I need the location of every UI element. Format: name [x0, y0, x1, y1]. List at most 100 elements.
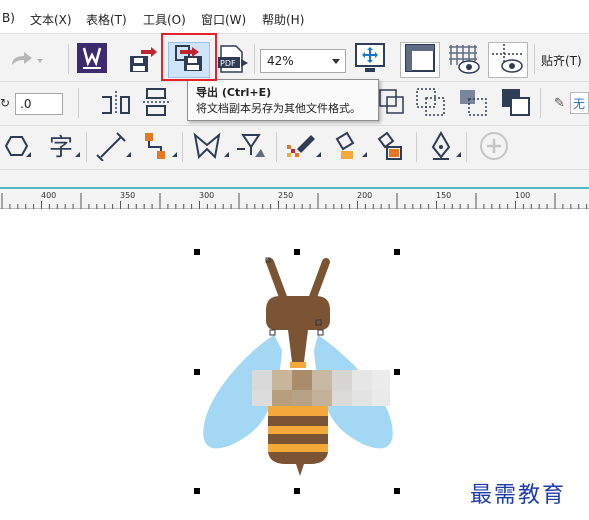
mirror-vertical-icon: [141, 87, 173, 121]
bee-stinger: [296, 464, 304, 476]
bee-stripe: [268, 416, 328, 426]
show-guidelines-button[interactable]: [488, 42, 528, 78]
zoom-level-value: 42%: [267, 54, 294, 68]
ungroup-icon: [457, 87, 489, 121]
import-icon: [124, 42, 158, 80]
toolbar-divider: [182, 132, 183, 162]
menu-item-tools[interactable]: 工具(O): [143, 11, 186, 28]
ruler-ticks: [1, 193, 588, 209]
horizontal-ruler[interactable]: 400 350 300 250 200 150 100: [0, 189, 589, 209]
selection-handle[interactable]: [194, 369, 200, 375]
outline-width-dropdown[interactable]: 无: [570, 92, 589, 114]
mosaic-cell: [332, 370, 352, 390]
eyedropper-tool-button[interactable]: [282, 132, 322, 164]
selection-handle[interactable]: [294, 488, 300, 494]
ruler-label: 350: [120, 191, 136, 200]
selection-handle[interactable]: [194, 488, 200, 494]
eyedropper-icon: [283, 131, 321, 165]
blend-tool-button[interactable]: [190, 132, 230, 164]
show-grid-button[interactable]: [446, 42, 484, 78]
mosaic-cell: [292, 370, 312, 390]
mosaic-cell: [252, 370, 272, 390]
connector-icon: [139, 131, 177, 165]
combine-button[interactable]: [376, 88, 408, 120]
connector-tool-button[interactable]: [138, 132, 178, 164]
fill-tool-button[interactable]: [328, 131, 368, 165]
bee-illustration[interactable]: [190, 250, 410, 495]
smart-fill-icon: [373, 131, 411, 165]
document-tab-strip: [0, 170, 589, 188]
app-window: B) 文本(X) 表格(T) 工具(O) 窗口(W) 帮助(H) PDF 42%…: [0, 0, 589, 520]
mosaic-cell: [372, 370, 390, 390]
smart-fill-tool-button[interactable]: [372, 131, 412, 165]
export-tooltip: 导出 (Ctrl+E) 将文档副本另存为其他文件格式。: [187, 79, 379, 121]
outline-tool-button[interactable]: [422, 130, 462, 165]
dimension-tool-button[interactable]: [92, 132, 132, 164]
mosaic-cell: [252, 390, 272, 406]
mosaic-cell: [292, 390, 312, 406]
mirror-horizontal-icon: [99, 87, 131, 121]
ruler-label: 100: [515, 191, 531, 200]
group-button[interactable]: [414, 88, 448, 120]
arrange-button[interactable]: [499, 88, 533, 120]
group-icon: [415, 87, 447, 121]
ruler-label: 300: [199, 191, 215, 200]
app-launcher-button[interactable]: [76, 43, 108, 76]
tooltip-description: 将文档副本另存为其他文件格式。: [196, 102, 361, 115]
pdf-icon: PDF: [216, 42, 250, 80]
toolbar-divider: [276, 132, 277, 162]
rotation-angle-input[interactable]: .0: [15, 93, 63, 115]
add-tool-button[interactable]: [474, 132, 514, 164]
selection-handle[interactable]: [194, 249, 200, 255]
node-marker[interactable]: [269, 329, 276, 336]
full-screen-preview-button[interactable]: [353, 42, 387, 78]
import-button[interactable]: [124, 44, 158, 78]
zoom-level-dropdown[interactable]: 42%: [260, 49, 346, 73]
menu-item-table[interactable]: 表格(T): [86, 11, 127, 28]
paint-bucket-icon: [329, 131, 367, 165]
toolbar-divider: [534, 44, 535, 74]
mosaic-cell: [272, 370, 292, 390]
menu-item-window[interactable]: 窗口(W): [201, 11, 246, 28]
toolbar-divider: [254, 44, 255, 74]
text-tool-button[interactable]: 字: [44, 132, 82, 164]
ruler-label: 200: [357, 191, 373, 200]
redo-icon: [4, 48, 44, 76]
hexagon-icon: [0, 131, 32, 165]
ruler-label: 400: [41, 191, 57, 200]
show-rulers-button[interactable]: [400, 42, 440, 78]
combine-icon: [377, 87, 407, 121]
transparency-tool-button[interactable]: [232, 132, 272, 164]
node-marker[interactable]: [317, 329, 324, 336]
guidelines-eye-icon: [490, 42, 526, 78]
text-glyph-icon: 字: [45, 131, 81, 165]
snap-to-dropdown[interactable]: 贴齐(T): [541, 52, 582, 69]
publish-pdf-button[interactable]: PDF: [216, 44, 250, 78]
toolbar-divider: [86, 132, 87, 162]
mosaic-cell: [372, 390, 390, 406]
menu-item-b[interactable]: B): [2, 11, 15, 25]
menu-item-text[interactable]: 文本(X): [30, 11, 72, 28]
ruler-label: 250: [278, 191, 294, 200]
selection-handle[interactable]: [394, 488, 400, 494]
plus-circle-icon: [478, 131, 510, 165]
selection-handle[interactable]: [294, 249, 300, 255]
pen-nib-icon: [423, 130, 461, 165]
mosaic-cell: [312, 390, 332, 406]
bee-stripe: [268, 452, 328, 464]
mirror-vertical-button[interactable]: [140, 88, 174, 120]
polygon-tool-button[interactable]: [0, 132, 32, 164]
redo-button[interactable]: [4, 50, 44, 74]
rulers-icon: [403, 42, 437, 78]
menu-item-help[interactable]: 帮助(H): [262, 11, 304, 28]
ruler-label: 150: [436, 191, 452, 200]
fit-page-icon: [353, 41, 387, 79]
grid-eye-icon: [447, 41, 483, 79]
ungroup-button[interactable]: [456, 88, 490, 120]
pdf-label: PDF: [220, 59, 236, 68]
svg-text:字: 字: [49, 133, 73, 161]
selection-handle[interactable]: [394, 249, 400, 255]
bee-stripe: [268, 434, 328, 444]
mirror-horizontal-button[interactable]: [98, 88, 132, 120]
selection-handle[interactable]: [394, 369, 400, 375]
